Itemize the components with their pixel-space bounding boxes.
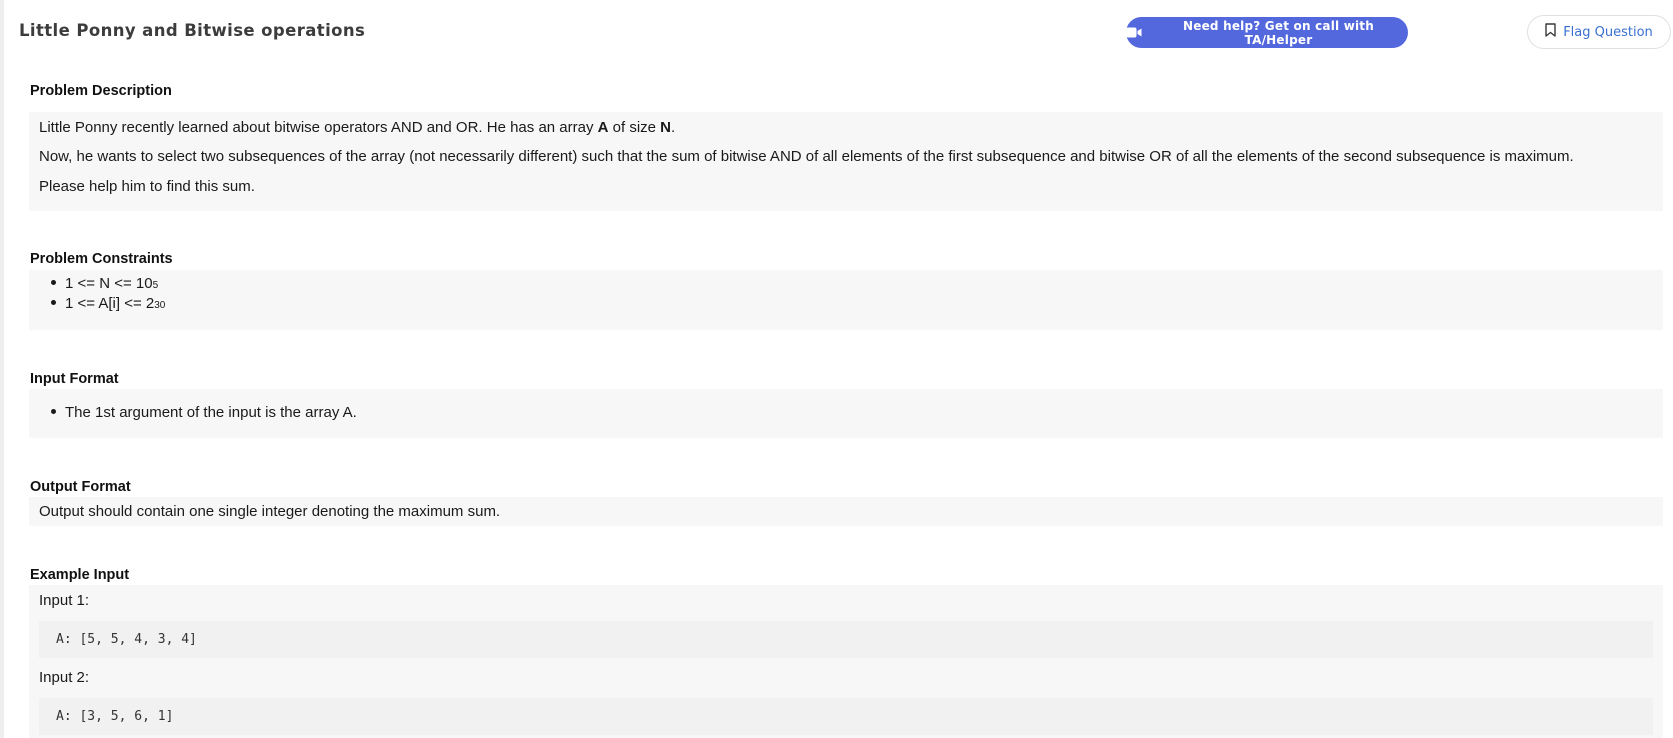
input-format-item: The 1st argument of the input is the arr… <box>51 404 357 421</box>
example-input-panel: Input 1: A: [5, 5, 4, 3, 4] Input 2: A: … <box>29 585 1663 738</box>
output-format-text: Output should contain one single integer… <box>39 503 501 520</box>
input-1-label: Input 1: <box>39 592 90 609</box>
help-call-button[interactable]: Need help? Get on call with TA/Helper <box>1126 17 1408 48</box>
input-2-label: Input 2: <box>39 669 90 686</box>
constraint-item: 1 <= N <= 10 5 <box>51 275 158 292</box>
input-2-code: A: [3, 5, 6, 1] <box>56 709 174 724</box>
question-title: Little Ponny and Bitwise operations <box>19 21 366 40</box>
bullet-dot <box>51 280 56 285</box>
example-input-heading: Example Input <box>30 567 130 583</box>
question-header: Little Ponny and Bitwise operations Need… <box>4 0 1673 64</box>
input-format-panel: The 1st argument of the input is the arr… <box>29 389 1663 438</box>
video-camera-icon <box>1126 27 1142 38</box>
bullet-dot <box>51 300 56 305</box>
problem-description-panel: Little Ponny recently learned about bitw… <box>29 112 1663 211</box>
input-1-code: A: [5, 5, 4, 3, 4] <box>56 632 197 647</box>
output-format-panel: Output should contain one single integer… <box>29 497 1663 526</box>
description-line-1: Little Ponny recently learned about bitw… <box>39 119 676 136</box>
flag-question-button[interactable]: Flag Question <box>1527 15 1671 49</box>
output-format-heading: Output Format <box>30 479 131 495</box>
problem-constraints-panel: 1 <= N <= 10 5 1 <= A[i] <= 2 30 <box>29 270 1663 330</box>
problem-description-heading: Problem Description <box>30 83 172 99</box>
constraint-item: 1 <= A[i] <= 2 30 <box>51 295 165 312</box>
input-1-code-block: A: [5, 5, 4, 3, 4] <box>39 621 1653 658</box>
help-call-button-label: Need help? Get on call with TA/Helper <box>1183 18 1374 47</box>
description-line-3: Please help him to find this sum. <box>39 178 255 195</box>
description-line-2: Now, he wants to select two subsequences… <box>39 148 1574 165</box>
problem-constraints-heading: Problem Constraints <box>30 251 173 267</box>
left-edge-strip <box>0 0 4 738</box>
bullet-dot <box>51 409 56 414</box>
input-format-heading: Input Format <box>30 371 119 387</box>
input-2-code-block: A: [3, 5, 6, 1] <box>39 698 1653 735</box>
bookmark-icon <box>1545 23 1556 41</box>
flag-question-button-label: Flag Question <box>1563 24 1653 40</box>
